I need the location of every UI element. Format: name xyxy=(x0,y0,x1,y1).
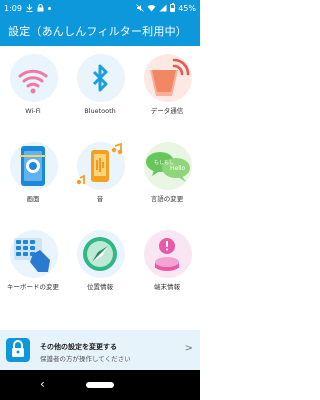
home-button[interactable] xyxy=(86,382,114,388)
banner-title: その他の設定を変更する xyxy=(40,343,117,351)
tile-screen[interactable]: 画面 xyxy=(0,138,66,224)
mute-icon xyxy=(136,4,145,12)
banner-subtitle: 保護者の方が操作してください xyxy=(40,355,131,363)
wifi-icon xyxy=(147,4,156,12)
tile-label: キーボードの変更 xyxy=(7,283,59,291)
tile-label: 端末情報 xyxy=(154,283,180,291)
tile-data-transmission[interactable]: データ通信 xyxy=(134,50,200,136)
svg-text:Hello: Hello xyxy=(170,165,186,172)
tile-language[interactable]: もしもし Hello 言語の変更 xyxy=(134,138,200,224)
tile-label: Bluetooth xyxy=(84,107,116,115)
download-icon xyxy=(26,4,33,12)
tile-wifi[interactable]: Wi-Fi xyxy=(0,50,66,136)
tile-label: Wi-Fi xyxy=(25,107,41,115)
tile-bluetooth[interactable]: Bluetooth xyxy=(67,50,133,136)
app-header: 設定（あんしんフィルター利用中） xyxy=(0,16,200,46)
tile-label: 音 xyxy=(96,195,104,203)
tile-location[interactable]: 位置情報 xyxy=(67,226,133,312)
tile-label: 画面 xyxy=(26,195,40,203)
page-title: 設定（あんしんフィルター利用中） xyxy=(8,25,187,38)
tile-label: データ通信 xyxy=(150,107,184,115)
tile-keyboard[interactable]: キーボードの変更 xyxy=(0,226,66,312)
navigation-bar: ‹ xyxy=(0,370,200,400)
back-button[interactable]: ‹ xyxy=(40,377,45,391)
chevron-right-icon: > xyxy=(184,343,193,354)
status-time: 1:09 xyxy=(4,3,22,13)
tile-label: 言語の変更 xyxy=(150,195,184,203)
settings-grid: Wi-Fi Bluetooth データ通信 画面 音 もしもし Hello 言語… xyxy=(0,50,200,315)
tile-device-info[interactable]: 端末情報 xyxy=(134,226,200,312)
battery-level: 45% xyxy=(178,3,196,13)
tile-sound[interactable]: 音 xyxy=(67,138,133,224)
lock-icon xyxy=(37,4,44,12)
dot-icon xyxy=(47,6,51,10)
signal-icon xyxy=(159,4,167,12)
tile-label: 位置情報 xyxy=(87,283,113,291)
parental-lock-icon xyxy=(6,338,30,362)
other-settings-banner[interactable]: その他の設定を変更する 保護者の方が操作してください > xyxy=(0,330,200,370)
battery-icon xyxy=(170,3,176,12)
status-bar: 1:09 45% xyxy=(0,0,200,16)
